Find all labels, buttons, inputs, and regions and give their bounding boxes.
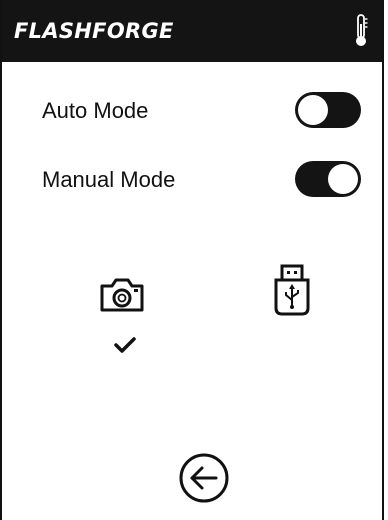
back-button[interactable] [178,452,230,504]
check-icon [114,337,136,353]
usb-source-button[interactable] [268,264,316,316]
screen: FLASHFORGE Auto Mode Manual Mode [0,0,384,520]
auto-mode-label: Auto Mode [42,98,149,123]
toggle-knob [298,95,328,125]
manual-mode-row: Manual Mode [2,158,382,202]
manual-mode-label: Manual Mode [42,167,176,192]
auto-mode-toggle[interactable] [295,92,361,128]
thermometer-icon[interactable] [354,14,368,48]
camera-icon [100,278,144,312]
header-bar: FLASHFORGE [2,0,382,62]
brand-logo: FLASHFORGE [14,19,174,43]
manual-mode-toggle[interactable] [295,161,361,197]
auto-mode-row: Auto Mode [2,89,382,133]
usb-drive-icon [274,264,310,316]
camera-source-button[interactable] [98,270,146,318]
toggle-knob [328,164,358,194]
back-arrow-icon [179,453,229,503]
